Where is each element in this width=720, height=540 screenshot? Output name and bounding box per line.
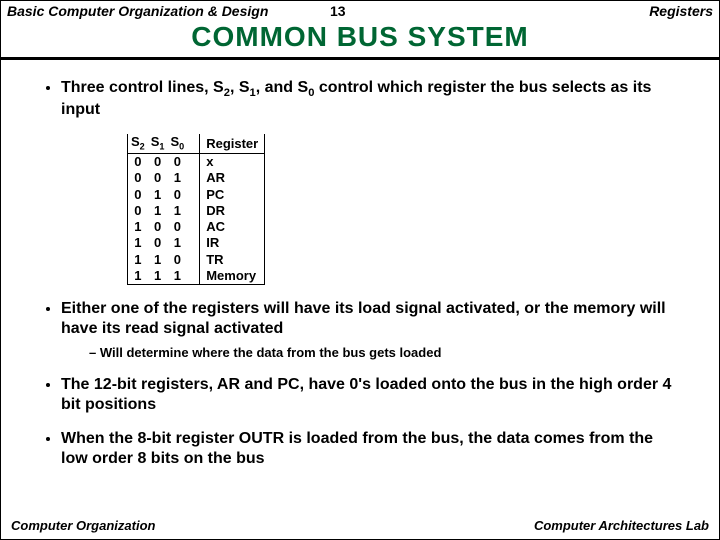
bullet-1-text: Three control lines, S: [61, 79, 224, 96]
table-row: 111Memory: [128, 268, 265, 285]
bullet-1-text: , S: [230, 79, 250, 96]
col-register: Register: [200, 134, 265, 153]
footer-left: Computer Organization: [11, 518, 155, 533]
selection-table: S2 S1 S0 Register 000x 001AR 010PC 011DR…: [127, 134, 265, 285]
footer-right: Computer Architectures Lab: [534, 518, 709, 533]
slide-title: COMMON BUS SYSTEM: [1, 21, 719, 53]
col-s1: S1: [148, 134, 168, 153]
bullet-2-sub: Will determine where the data from the b…: [89, 345, 683, 361]
table-row: 100AC: [128, 219, 265, 235]
col-gap: [187, 134, 200, 153]
selection-table-wrap: S2 S1 S0 Register 000x 001AR 010PC 011DR…: [127, 134, 683, 285]
content-area: Three control lines, S2, S1, and S0 cont…: [1, 78, 719, 469]
bullet-1: Three control lines, S2, S1, and S0 cont…: [61, 78, 683, 120]
bullet-2: Either one of the registers will have it…: [61, 299, 683, 361]
bullet-4: When the 8-bit register OUTR is loaded f…: [61, 429, 683, 469]
title-rule: [1, 57, 719, 60]
table-row: 000x: [128, 154, 265, 171]
bullet-1-text: , and S: [256, 79, 308, 96]
sub-list: Will determine where the data from the b…: [61, 345, 683, 361]
header-page-number: 13: [330, 3, 390, 19]
header-left: Basic Computer Organization & Design: [7, 3, 330, 19]
col-s0: S0: [167, 134, 187, 153]
header-right: Registers: [390, 3, 713, 19]
slide: Basic Computer Organization & Design 13 …: [0, 0, 720, 540]
table-row: 001AR: [128, 170, 265, 186]
bullet-3: The 12-bit registers, AR and PC, have 0'…: [61, 375, 683, 415]
table-row: 010PC: [128, 187, 265, 203]
table-row: 101IR: [128, 235, 265, 251]
bullet-2-text: Either one of the registers will have it…: [61, 300, 666, 337]
col-s2: S2: [128, 134, 148, 153]
bullet-list-2: Either one of the registers will have it…: [37, 299, 683, 469]
footer-row: Computer Organization Computer Architect…: [1, 518, 719, 533]
table-row: 011DR: [128, 203, 265, 219]
bullet-list: Three control lines, S2, S1, and S0 cont…: [37, 78, 683, 120]
table-header-row: S2 S1 S0 Register: [128, 134, 265, 153]
header-row: Basic Computer Organization & Design 13 …: [1, 1, 719, 19]
table-row: 110TR: [128, 252, 265, 268]
